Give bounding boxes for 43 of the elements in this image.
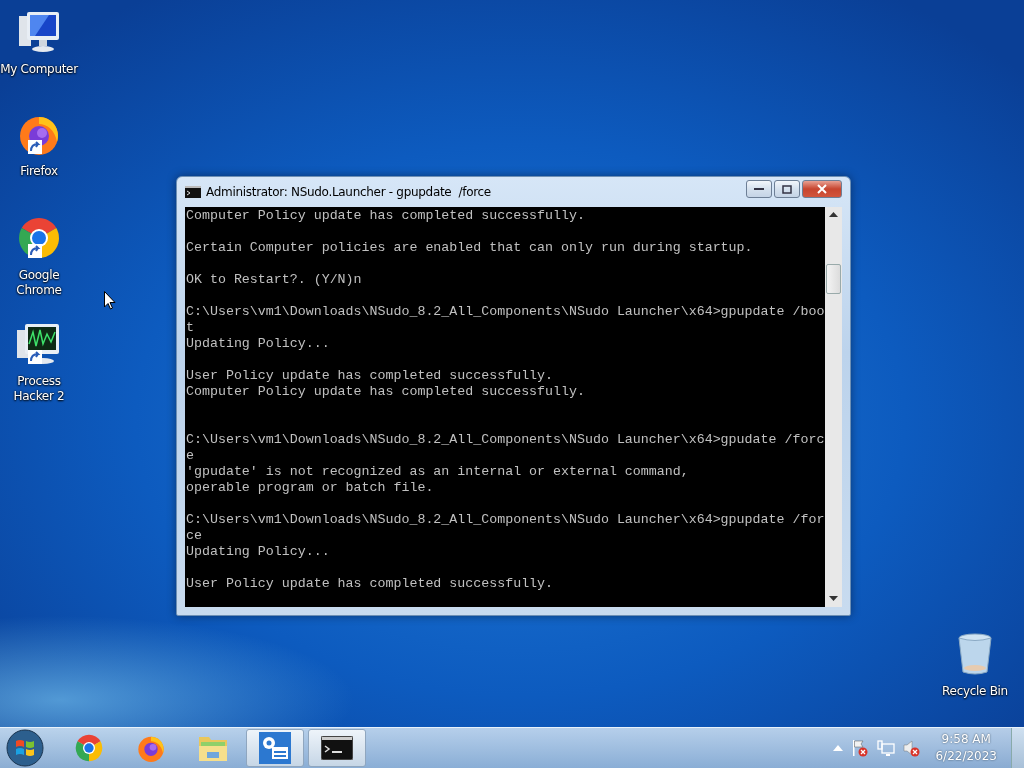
console-line: 'gpudate' is not recognized as an internal or external command, [186, 464, 690, 480]
desktop-icon-label[interactable]: Google Chrome [0, 268, 81, 298]
close-icon [816, 184, 828, 194]
clock-time: 9:58 AM [941, 731, 991, 748]
speaker-muted-icon[interactable] [903, 739, 922, 757]
window-title: Administrator: NSudo.Launcher - gpupdate /force [206, 185, 492, 199]
console-line: C:\Users\vm1\Downloads\NSudo_8.2_All_Components\NSudo Launcher\x64>gpupdate /for [186, 512, 824, 528]
console-line: operable program or batch file. [186, 480, 435, 497]
taskbar-button[interactable] [308, 729, 366, 767]
console-line: Computer Policy update has completed successfully. [186, 208, 586, 225]
console-line: C:\Users\vm1\Downloads\NSudo_8.2_All_Components\NSudo Launcher\x64>gpupdate /boo [186, 304, 824, 320]
console-line: e [186, 448, 195, 464]
console-line: User Policy update has completed successfully. [186, 576, 555, 593]
console-line: ce [186, 528, 203, 544]
console-line: User Policy update has completed successfully. [186, 368, 555, 384]
clock-date: 6/22/2023 [935, 748, 997, 765]
mouse-pointer-icon [104, 291, 116, 310]
minimize-icon [754, 187, 764, 191]
console-line: Updating Policy... [186, 544, 331, 561]
desktop-icon-label[interactable]: Firefox [0, 164, 81, 179]
start-button[interactable] [6, 729, 44, 767]
desktop-icon-label[interactable]: Recycle Bin [933, 684, 1017, 699]
console-line: OK to Restart?. (Y/N)n [186, 272, 363, 289]
flag-icon[interactable] [851, 739, 870, 757]
desktop-icon-label[interactable]: Process Hacker 2 [0, 374, 81, 404]
console-line: t [186, 320, 195, 336]
scroll-down-arrow-icon[interactable] [829, 596, 838, 602]
maximize-icon [782, 184, 792, 194]
scrollbar-thumb[interactable] [826, 264, 841, 294]
close-button[interactable] [802, 180, 842, 198]
chrome-icon [73, 732, 105, 764]
console-line: Certain Computer policies are enabled that can only run during startup. [186, 240, 754, 257]
console-line: Updating Policy... [186, 336, 331, 353]
console-line: Computer Policy update has completed successfully. [186, 384, 586, 401]
scroll-up-arrow-icon[interactable] [829, 212, 838, 218]
console-icon [185, 186, 201, 198]
console-line: C:\Users\vm1\Downloads\NSudo_8.2_All_Components\NSudo Launcher\x64>gpudate /forc [186, 432, 824, 448]
minimize-button[interactable] [746, 180, 772, 198]
maximize-button[interactable] [774, 180, 800, 198]
console-icon [321, 736, 353, 760]
scrollbar[interactable] [825, 207, 842, 607]
settings-icon [259, 732, 291, 764]
desktop-icon-label[interactable]: My Computer [0, 62, 81, 77]
